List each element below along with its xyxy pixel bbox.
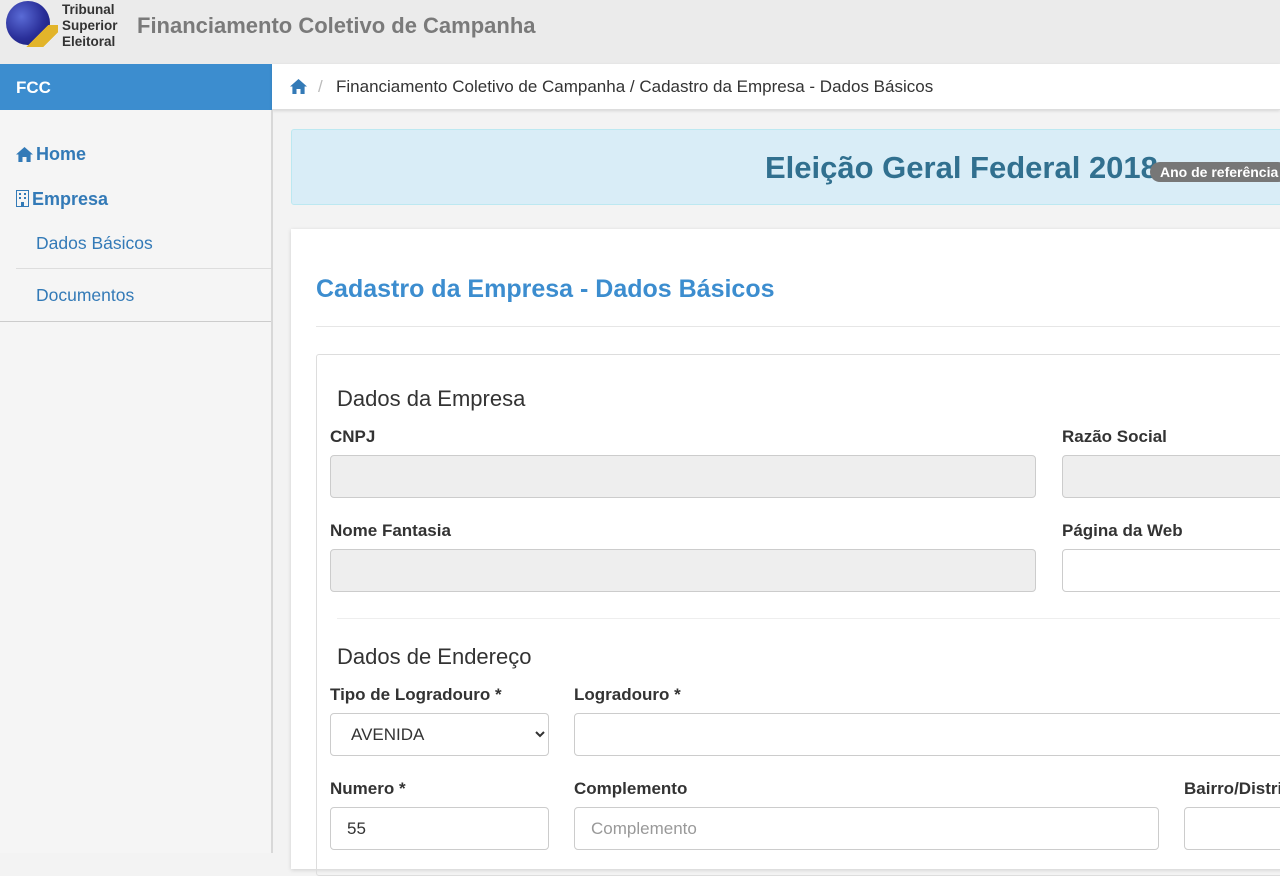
sidebar-item-label: Empresa	[32, 189, 109, 209]
nome-fantasia-field[interactable]	[330, 549, 1036, 592]
app-title: Financiamento Coletivo de Campanha	[137, 13, 536, 38]
brand-label[interactable]: FCC	[16, 78, 51, 98]
home-icon	[16, 147, 33, 162]
main-panel: Cadastro da Empresa - Dados Básicos Dado…	[291, 229, 1280, 876]
election-banner: Eleição Geral Federal 2018 Ano de referê…	[291, 129, 1280, 205]
sidebar-item-label: Home	[36, 144, 87, 164]
sidebar-item-dados-basicos[interactable]: Dados Básicos	[36, 233, 153, 254]
logo-line-3: Eleitoral	[62, 34, 116, 49]
section-divider	[337, 618, 1280, 619]
page-title: Cadastro da Empresa - Dados Básicos	[316, 275, 775, 303]
numero-field[interactable]	[330, 807, 549, 850]
top-header: Tribunal Superior Eleitoral Financiament…	[0, 0, 1280, 64]
brand-bar[interactable]: FCC	[0, 64, 272, 110]
logo-line-2: Superior	[62, 18, 118, 33]
title-divider	[316, 326, 1280, 327]
sidebar-item-documentos[interactable]: Documentos	[36, 285, 134, 306]
sidebar-item-home[interactable]: Home	[16, 144, 86, 165]
cnpj-field[interactable]	[330, 455, 1036, 498]
sidebar-item-empresa[interactable]: Empresa	[16, 189, 108, 210]
section-title-endereco: Dados de Endereço	[337, 644, 532, 669]
bairro-label: Bairro/Distrito *	[1184, 779, 1280, 798]
tipo-logradouro-select[interactable]: AVENIDA	[330, 713, 549, 756]
numero-label: Numero *	[330, 779, 406, 798]
sidebar-divider	[16, 268, 271, 269]
razao-social-label: Razão Social	[1062, 427, 1167, 446]
pagina-web-field[interactable]	[1062, 549, 1280, 592]
sidebar: Home Empresa Dados Básicos Documentos	[0, 110, 273, 853]
section-title-empresa: Dados da Empresa	[337, 386, 526, 411]
bairro-field[interactable]	[1184, 807, 1280, 850]
razao-social-field[interactable]	[1062, 455, 1280, 498]
tipo-logradouro-label: Tipo de Logradouro *	[330, 685, 502, 704]
nome-fantasia-label: Nome Fantasia	[330, 521, 451, 540]
sidebar-divider	[0, 321, 271, 322]
building-icon	[16, 190, 29, 207]
breadcrumb: / Financiamento Coletivo de Campanha / C…	[272, 64, 1280, 110]
election-title: Eleição Geral Federal 2018	[765, 150, 1158, 185]
breadcrumb-path: Financiamento Coletivo de Campanha / Cad…	[336, 77, 934, 96]
cnpj-label: CNPJ	[330, 427, 376, 446]
pagina-web-label: Página da Web	[1062, 521, 1183, 540]
complemento-field[interactable]	[574, 807, 1159, 850]
logo-line-1: Tribunal	[62, 2, 115, 17]
breadcrumb-separator: /	[318, 77, 323, 96]
logo-text: Tribunal Superior Eleitoral	[62, 2, 118, 50]
complemento-label: Complemento	[574, 779, 688, 798]
home-icon[interactable]	[290, 79, 307, 99]
logradouro-label: Logradouro *	[574, 685, 681, 704]
tse-logo[interactable]: Tribunal Superior Eleitoral	[6, 1, 126, 53]
logo-stripe	[22, 25, 58, 47]
reference-year-badge: Ano de referência	[1150, 162, 1280, 182]
logradouro-field[interactable]	[574, 713, 1280, 756]
form-container: Dados da Empresa CNPJ Razão Social Nome …	[316, 354, 1280, 876]
